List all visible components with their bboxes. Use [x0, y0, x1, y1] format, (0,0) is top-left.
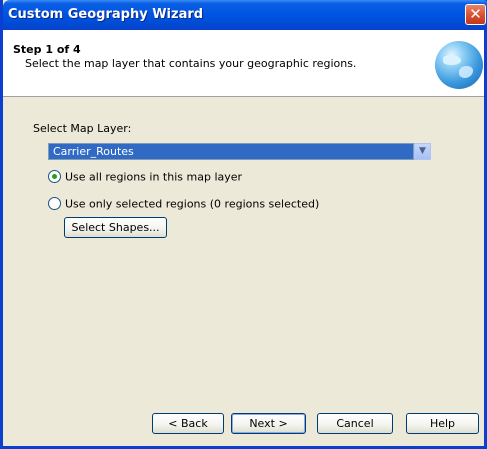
radio-use-all-regions[interactable]: Use all regions in this map layer: [48, 169, 243, 184]
globe-icon: [435, 41, 483, 89]
window-title: Custom Geography Wizard: [8, 7, 204, 22]
wizard-window: Custom Geography Wizard ✕ Step 1 of 4 Se…: [0, 0, 487, 449]
map-layer-label: Select Map Layer:: [33, 122, 132, 135]
wizard-header: Step 1 of 4 Select the map layer that co…: [3, 30, 484, 97]
radio-button-checked[interactable]: [48, 169, 61, 183]
select-shapes-button[interactable]: Select Shapes...: [64, 217, 167, 238]
cancel-button[interactable]: Cancel: [317, 413, 393, 434]
chevron-down-icon[interactable]: ▼: [414, 143, 431, 160]
step-description: Select the map layer that contains your …: [25, 57, 357, 70]
title-bar[interactable]: Custom Geography Wizard ✕: [3, 0, 487, 30]
next-button[interactable]: Next >: [231, 413, 306, 434]
wizard-body: Select Map Layer: Carrier_Routes ▼ Use a…: [3, 97, 484, 397]
help-button[interactable]: Help: [406, 413, 479, 434]
close-icon: ✕: [469, 5, 482, 23]
step-title: Step 1 of 4: [13, 43, 81, 56]
close-button[interactable]: ✕: [465, 4, 486, 25]
back-button[interactable]: < Back: [152, 413, 224, 434]
radio-use-selected-regions[interactable]: Use only selected regions (0 regions sel…: [48, 196, 320, 211]
radio-use-selected-label: Use only selected regions (0 regions sel…: [65, 197, 320, 211]
radio-use-all-label: Use all regions in this map layer: [65, 170, 243, 184]
map-layer-select[interactable]: Carrier_Routes: [48, 143, 414, 160]
radio-button-unchecked[interactable]: [48, 196, 61, 210]
